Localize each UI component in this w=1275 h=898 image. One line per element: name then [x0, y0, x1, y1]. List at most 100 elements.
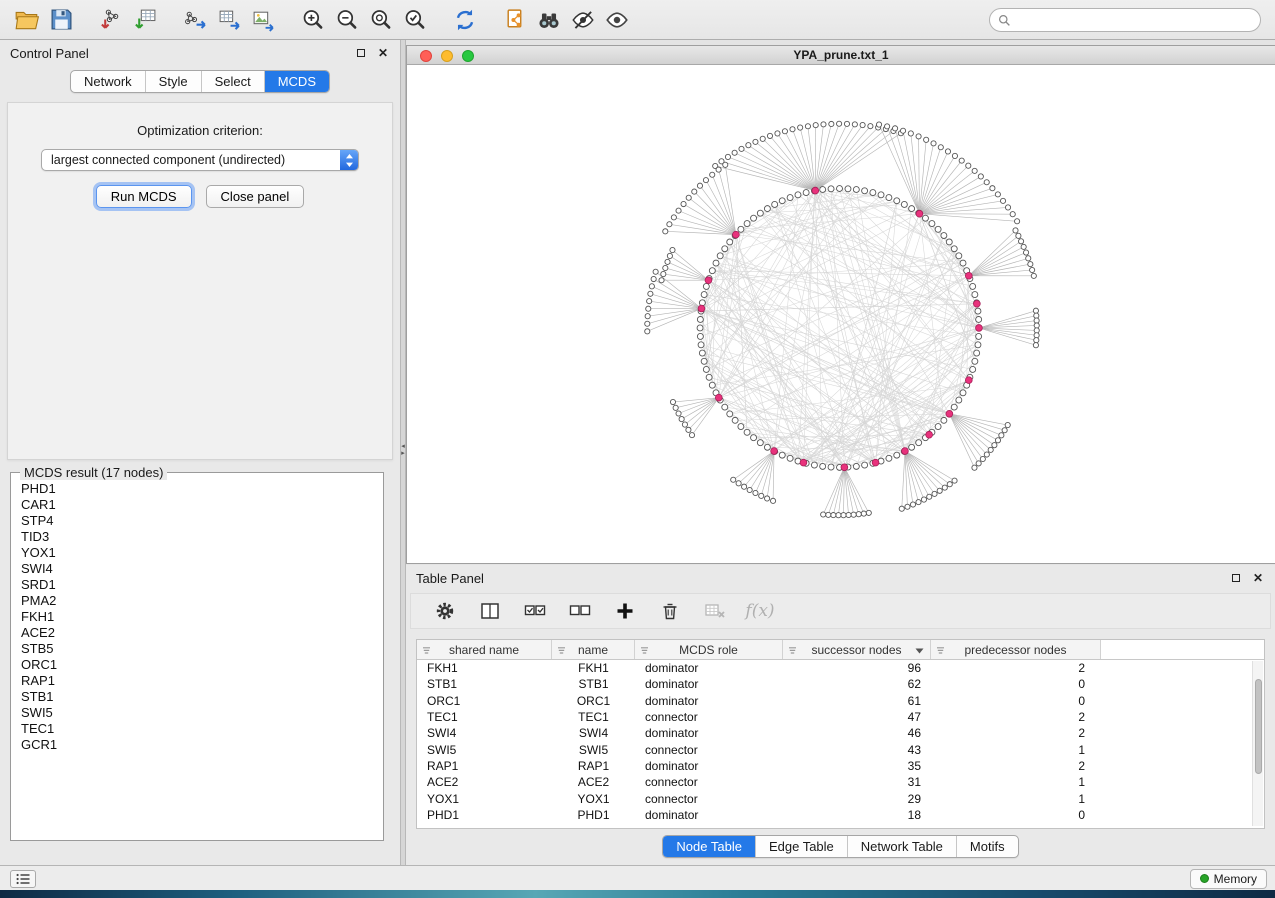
network-window-titlebar[interactable]: YPA_prune.txt_1: [407, 46, 1275, 65]
zoom-fit-button[interactable]: [364, 4, 398, 36]
mcds-result-item[interactable]: SWI5: [21, 705, 373, 721]
tab-edge-table[interactable]: Edge Table: [755, 836, 847, 857]
export-table-button[interactable]: [212, 4, 246, 36]
mcds-result-item[interactable]: ORC1: [21, 657, 373, 673]
show-columns-button[interactable]: [478, 599, 502, 623]
network-window: YPA_prune.txt_1: [406, 45, 1275, 564]
delete-table-button[interactable]: [703, 599, 727, 623]
search-input[interactable]: [1011, 13, 1252, 27]
table-settings-button[interactable]: [433, 599, 457, 623]
float-panel-button[interactable]: [354, 46, 368, 60]
tab-network[interactable]: Network: [71, 71, 145, 92]
mcds-result-item[interactable]: YOX1: [21, 545, 373, 561]
close-panel-button[interactable]: ✕: [376, 46, 390, 60]
column-header-shared-name[interactable]: shared name: [417, 640, 552, 659]
table-cell: 2: [931, 661, 1101, 675]
tab-mcds[interactable]: MCDS: [264, 71, 329, 92]
mcds-result-item[interactable]: RAP1: [21, 673, 373, 689]
unselect-all-columns-button[interactable]: [568, 599, 592, 623]
table-row[interactable]: SWI4SWI4dominator462: [417, 725, 1264, 741]
select-all-columns-button[interactable]: [523, 599, 547, 623]
scrollbar-thumb[interactable]: [1255, 679, 1262, 774]
task-history-button[interactable]: [10, 870, 36, 888]
search-input-wrap: [989, 8, 1261, 32]
memory-button[interactable]: Memory: [1190, 869, 1267, 889]
table-cell: SWI5: [417, 743, 552, 757]
save-session-button[interactable]: [44, 4, 78, 36]
zoom-in-button[interactable]: [296, 4, 330, 36]
table-scrollbar[interactable]: [1252, 661, 1263, 826]
table-cell: 1: [931, 743, 1101, 757]
table-cell: 18: [783, 808, 931, 822]
tab-motifs[interactable]: Motifs: [956, 836, 1018, 857]
column-header-successor-nodes[interactable]: successor nodes: [783, 640, 931, 659]
memory-status-icon: [1200, 874, 1209, 883]
run-mcds-button[interactable]: Run MCDS: [96, 185, 192, 208]
column-header-predecessor-nodes[interactable]: predecessor nodes: [931, 640, 1101, 659]
table-panel: Table Panel ✕: [406, 565, 1275, 865]
mcds-result-item[interactable]: STB5: [21, 641, 373, 657]
table-row[interactable]: SWI5SWI5connector431: [417, 741, 1264, 757]
splitter-arrows-icon[interactable]: ◂▸: [401, 443, 405, 457]
delete-column-button[interactable]: [658, 599, 682, 623]
mcds-result-item[interactable]: PHD1: [21, 481, 373, 497]
mcds-result-item[interactable]: STP4: [21, 513, 373, 529]
table-row[interactable]: FKH1FKH1dominator962: [417, 660, 1264, 676]
mcds-result-item[interactable]: SRD1: [21, 577, 373, 593]
table-cell: FKH1: [552, 661, 635, 675]
mcds-result-item[interactable]: STB1: [21, 689, 373, 705]
network-graph[interactable]: [407, 65, 1275, 563]
chevron-up-down-icon: [340, 150, 358, 170]
column-header-MCDS-role[interactable]: MCDS role: [635, 640, 783, 659]
create-column-button[interactable]: [613, 599, 637, 623]
table-cell: 2: [931, 710, 1101, 724]
table-row[interactable]: STB1STB1dominator620: [417, 676, 1264, 692]
tab-network-table[interactable]: Network Table: [847, 836, 956, 857]
zoom-out-button[interactable]: [330, 4, 364, 36]
table-row[interactable]: ACE2ACE2connector311: [417, 774, 1264, 790]
close-table-panel-button[interactable]: ✕: [1251, 571, 1265, 585]
mcds-result-item[interactable]: FKH1: [21, 609, 373, 625]
function-builder-button[interactable]: f(x): [748, 599, 772, 623]
mcds-result-item[interactable]: GCR1: [21, 737, 373, 753]
optimization-criterion-select[interactable]: largest connected component (undirected): [41, 149, 359, 171]
table-cell: ACE2: [552, 775, 635, 789]
table-row[interactable]: TEC1TEC1connector472: [417, 709, 1264, 725]
mcds-result-item[interactable]: TID3: [21, 529, 373, 545]
find-button[interactable]: [532, 4, 566, 36]
table-row[interactable]: PHD1PHD1dominator180: [417, 807, 1264, 823]
mcds-result-item[interactable]: ACE2: [21, 625, 373, 641]
network-canvas[interactable]: [407, 65, 1275, 563]
annotations-button[interactable]: [498, 4, 532, 36]
table-row[interactable]: RAP1RAP1dominator352: [417, 758, 1264, 774]
export-network-button[interactable]: [178, 4, 212, 36]
mcds-result-item[interactable]: PMA2: [21, 593, 373, 609]
column-header-name[interactable]: name: [552, 640, 635, 659]
mcds-result-title: MCDS result (17 nodes): [20, 465, 167, 480]
mcds-result-item[interactable]: TEC1: [21, 721, 373, 737]
tab-select[interactable]: Select: [201, 71, 264, 92]
import-table-button[interactable]: [128, 4, 162, 36]
import-network-button[interactable]: [94, 4, 128, 36]
close-mcds-panel-button[interactable]: Close panel: [206, 185, 305, 208]
table-row[interactable]: ORC1ORC1dominator610: [417, 693, 1264, 709]
control-panel: Control Panel ✕ NetworkStyleSelectMCDS O…: [0, 40, 400, 865]
delete-table-icon: [704, 601, 726, 621]
mcds-result-item[interactable]: CAR1: [21, 497, 373, 513]
birds-eye-view-button[interactable]: [600, 4, 634, 36]
table-tabs: Node TableEdge TableNetwork TableMotifs: [662, 835, 1018, 858]
mcds-result-item[interactable]: SWI4: [21, 561, 373, 577]
export-image-button[interactable]: [246, 4, 280, 36]
graphics-details-button[interactable]: [566, 4, 600, 36]
tab-style[interactable]: Style: [145, 71, 201, 92]
float-table-panel-button[interactable]: [1229, 571, 1243, 585]
gear-icon: [435, 601, 455, 621]
binoculars-icon: [536, 7, 562, 33]
tab-node-table[interactable]: Node Table: [663, 836, 755, 857]
table-row[interactable]: YOX1YOX1connector291: [417, 790, 1264, 806]
zoom-selected-button[interactable]: [398, 4, 432, 36]
annotation-document-icon: [503, 7, 528, 32]
table-cell: connector: [635, 743, 783, 757]
open-file-button[interactable]: [10, 4, 44, 36]
refresh-button[interactable]: [448, 4, 482, 36]
